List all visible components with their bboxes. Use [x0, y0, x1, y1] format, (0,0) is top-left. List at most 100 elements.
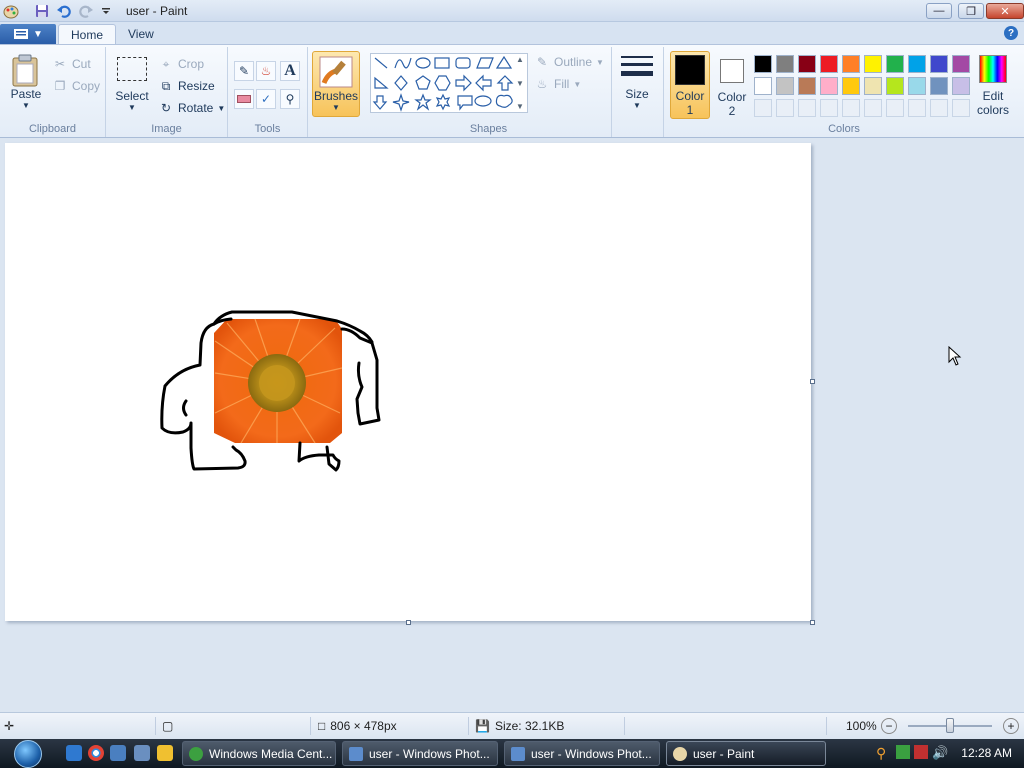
palette-swatch[interactable] — [820, 77, 838, 95]
network-icon[interactable] — [896, 745, 910, 759]
palette-swatch[interactable] — [798, 77, 816, 95]
paint-menu-button[interactable]: ▼ — [0, 24, 56, 44]
zoom-slider-thumb[interactable] — [946, 718, 954, 733]
save-icon[interactable] — [34, 3, 50, 19]
clock[interactable]: 12:28 AM — [961, 746, 1012, 760]
custom-color-slot[interactable] — [864, 99, 882, 117]
copy-button[interactable]: ❐ Copy — [52, 77, 100, 95]
rotate-button[interactable]: ↻ Rotate ▼ — [158, 99, 225, 117]
palette-swatch[interactable] — [754, 77, 772, 95]
redo-icon[interactable] — [78, 3, 94, 19]
palette-swatch[interactable] — [908, 55, 926, 73]
palette-swatch[interactable] — [776, 77, 794, 95]
crop-button[interactable]: ⌖ Crop — [158, 55, 204, 73]
shapes-group-label: Shapes — [469, 123, 508, 135]
palette-swatch[interactable] — [886, 55, 904, 73]
taskbar-item-photo-gallery-1[interactable]: user - Windows Phot... — [342, 741, 498, 766]
minimize-icon: — — [933, 5, 945, 17]
palette-swatch[interactable] — [952, 55, 970, 73]
resize-button[interactable]: ⧉ Resize — [158, 77, 215, 95]
resize-handle-right[interactable] — [810, 379, 815, 384]
system-tray: ⚲ 🔊 12:28 AM — [868, 739, 1024, 768]
palette-swatch[interactable] — [842, 77, 860, 95]
search-icon[interactable]: ⚲ — [876, 745, 886, 762]
tab-home[interactable]: Home — [58, 24, 117, 44]
paste-button[interactable]: Paste ▼ — [8, 53, 44, 110]
custom-color-slot[interactable] — [754, 99, 772, 117]
copy-label: Copy — [72, 79, 101, 93]
scroll-down-icon[interactable]: ▼ — [516, 79, 524, 88]
color2-button[interactable]: Color 2 — [712, 55, 752, 118]
minimize-button[interactable]: — — [926, 3, 952, 19]
scroll-up-icon[interactable]: ▲ — [516, 55, 524, 64]
pencil-icon[interactable]: ✎ — [234, 61, 254, 81]
customize-quick-access-icon[interactable] — [98, 3, 114, 19]
color1-label: Color — [675, 89, 705, 103]
custom-color-slot[interactable] — [886, 99, 904, 117]
restore-button[interactable]: ❐ — [958, 3, 984, 19]
rotate-label: Rotate — [178, 101, 214, 115]
security-alert-icon[interactable] — [914, 745, 928, 759]
custom-color-slot[interactable] — [908, 99, 926, 117]
cut-button[interactable]: ✂ Cut — [52, 55, 91, 73]
custom-color-slot[interactable] — [842, 99, 860, 117]
taskbar-item-paint[interactable]: user - Paint — [666, 741, 826, 766]
expand-gallery-icon[interactable]: ▼ — [516, 102, 524, 111]
zoom-out-button[interactable]: − — [881, 718, 897, 734]
edit-colors-button[interactable]: Edit colors — [972, 55, 1014, 117]
palette-swatch[interactable] — [864, 77, 882, 95]
palette-swatch[interactable] — [798, 55, 816, 73]
custom-color-slot[interactable] — [952, 99, 970, 117]
palette-swatch[interactable] — [864, 55, 882, 73]
text-tool-icon[interactable]: A — [280, 61, 300, 81]
undo-icon[interactable] — [56, 3, 72, 19]
resize-handle-corner[interactable] — [810, 620, 815, 625]
palette-swatch[interactable] — [930, 77, 948, 95]
magnifier-icon[interactable]: ⚲ — [280, 89, 300, 109]
fill-bucket-icon[interactable]: ♨ — [256, 61, 276, 81]
custom-color-slot[interactable] — [798, 99, 816, 117]
custom-color-slot[interactable] — [930, 99, 948, 117]
canvas-workspace[interactable] — [0, 138, 1024, 712]
taskbar-item-media-center[interactable]: Windows Media Cent... — [182, 741, 336, 766]
color-picker-icon[interactable]: ✓ — [256, 89, 276, 109]
palette-swatch[interactable] — [776, 55, 794, 73]
palette-swatch[interactable] — [886, 77, 904, 95]
close-icon: ✕ — [1000, 5, 1010, 18]
start-button[interactable] — [8, 739, 48, 768]
zoom-in-button[interactable]: + — [1003, 718, 1019, 734]
palette-swatch[interactable] — [820, 55, 838, 73]
help-icon[interactable]: ? — [1004, 26, 1018, 40]
eraser-icon[interactable] — [234, 89, 254, 109]
close-button[interactable]: ✕ — [986, 3, 1024, 19]
show-desktop-icon[interactable] — [110, 745, 126, 761]
palette-swatch[interactable] — [952, 77, 970, 95]
palette-swatch[interactable] — [842, 55, 860, 73]
custom-color-slot[interactable] — [776, 99, 794, 117]
size-group: Size ▼ — [612, 47, 664, 137]
taskbar-item-photo-gallery-2[interactable]: user - Windows Phot... — [504, 741, 660, 766]
resize-handle-bottom[interactable] — [406, 620, 411, 625]
brushes-button[interactable]: Brushes ▼ — [312, 51, 360, 117]
palette-swatch[interactable] — [930, 55, 948, 73]
canvas-drawing — [160, 310, 381, 472]
size-button[interactable]: Size ▼ — [618, 53, 656, 110]
outline-button[interactable]: ✎ Outline ▼ — [534, 53, 604, 71]
tab-view[interactable]: View — [116, 24, 166, 44]
select-button[interactable]: Select ▼ — [114, 57, 150, 112]
fill-button[interactable]: ♨ Fill ▼ — [534, 75, 582, 93]
size-label: Size — [625, 87, 649, 101]
paint-app-icon[interactable] — [3, 3, 19, 19]
chrome-icon[interactable] — [88, 745, 104, 761]
fill-label: Fill — [554, 77, 570, 91]
shapes-scroll[interactable]: ▲ ▼ ▼ — [514, 55, 526, 111]
switch-windows-icon[interactable] — [134, 745, 150, 761]
internet-explorer-icon[interactable] — [66, 745, 82, 761]
palette-swatch[interactable] — [754, 55, 772, 73]
volume-icon[interactable]: 🔊 — [932, 745, 948, 761]
drawing-canvas[interactable] — [5, 143, 811, 621]
palette-swatch[interactable] — [908, 77, 926, 95]
media-player-icon[interactable] — [157, 745, 173, 761]
color1-button[interactable]: Color 1 — [670, 51, 710, 119]
custom-color-slot[interactable] — [820, 99, 838, 117]
